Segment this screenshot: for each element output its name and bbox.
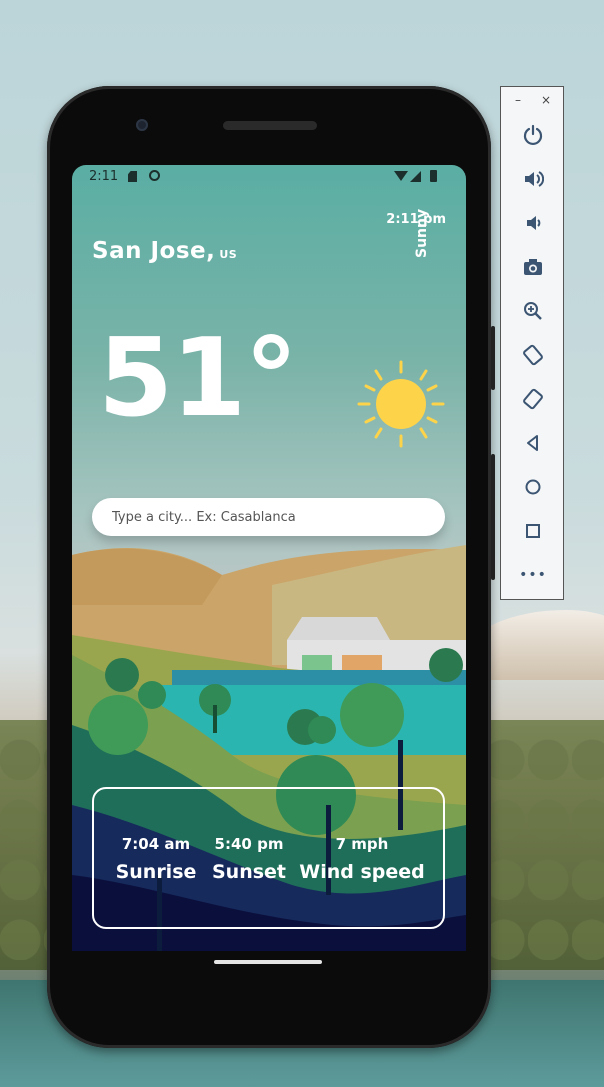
camera-icon <box>524 259 542 275</box>
volume-up-icon <box>525 171 544 187</box>
cell-signal-icon <box>410 171 421 182</box>
home-icon <box>525 479 541 495</box>
sunset-time: 5:40 pm <box>214 835 284 853</box>
notification-icon <box>149 170 160 181</box>
country-code: US <box>219 248 238 261</box>
volume-up-button[interactable] <box>515 161 551 197</box>
rotate-left-button[interactable] <box>515 337 551 373</box>
rotate-left-icon <box>523 344 543 366</box>
close-button[interactable]: × <box>541 93 551 107</box>
status-bar: 2:11 <box>72 165 466 189</box>
power-button[interactable] <box>515 117 551 153</box>
phone-frame: 2:11 2:11 pm San Jose, US Sunny 51° Type… <box>47 86 495 1048</box>
wifi-icon <box>394 171 408 181</box>
wind-speed-label: Wind speed <box>299 861 425 883</box>
rotate-right-button[interactable] <box>515 381 551 417</box>
volume-down-button[interactable] <box>515 205 551 241</box>
screenshot-button[interactable] <box>515 249 551 285</box>
overview-button[interactable] <box>515 513 551 549</box>
zoom-button[interactable] <box>515 293 551 329</box>
weather-stats-card: 7:04 am Sunrise 5:40 pm Sunset 7 mph Win… <box>92 787 445 929</box>
wind-speed-value: 7 mph <box>335 835 389 853</box>
back-button[interactable] <box>515 425 551 461</box>
power-icon <box>523 124 543 146</box>
wind-stat: 7 mph Wind speed <box>292 835 432 883</box>
zoom-icon <box>524 302 542 320</box>
power-side-button[interactable] <box>491 326 495 390</box>
sd-card-icon <box>128 171 137 182</box>
sunrise-stat: 7:04 am Sunrise <box>106 835 206 883</box>
battery-icon <box>430 170 437 182</box>
minimize-button[interactable]: – <box>515 93 521 107</box>
home-button[interactable] <box>515 469 551 505</box>
volume-side-button[interactable] <box>491 454 495 580</box>
sun-icon <box>357 360 445 448</box>
app-screen: 2:11 2:11 pm San Jose, US Sunny 51° Type… <box>72 165 466 951</box>
volume-down-icon <box>527 216 541 230</box>
emulator-toolbar: – × ••• <box>500 86 564 600</box>
status-time: 2:11 <box>89 169 119 184</box>
city-search-input[interactable] <box>92 498 445 536</box>
sunrise-label: Sunrise <box>115 861 197 883</box>
city-name: San Jose, US <box>92 238 237 264</box>
gesture-home-bar[interactable] <box>214 960 322 964</box>
weather-condition: Sunny <box>414 208 430 258</box>
city-label: San Jose, <box>92 238 216 264</box>
front-camera <box>136 119 148 131</box>
overview-icon <box>526 524 540 538</box>
sunset-label: Sunset <box>211 861 286 883</box>
back-icon <box>527 435 538 451</box>
earpiece-speaker <box>223 121 317 130</box>
more-button[interactable]: ••• <box>515 557 551 593</box>
sunrise-time: 7:04 am <box>121 835 191 853</box>
temperature: 51° <box>98 316 298 441</box>
sunset-stat: 5:40 pm Sunset <box>204 835 294 883</box>
rotate-right-icon <box>523 388 543 410</box>
